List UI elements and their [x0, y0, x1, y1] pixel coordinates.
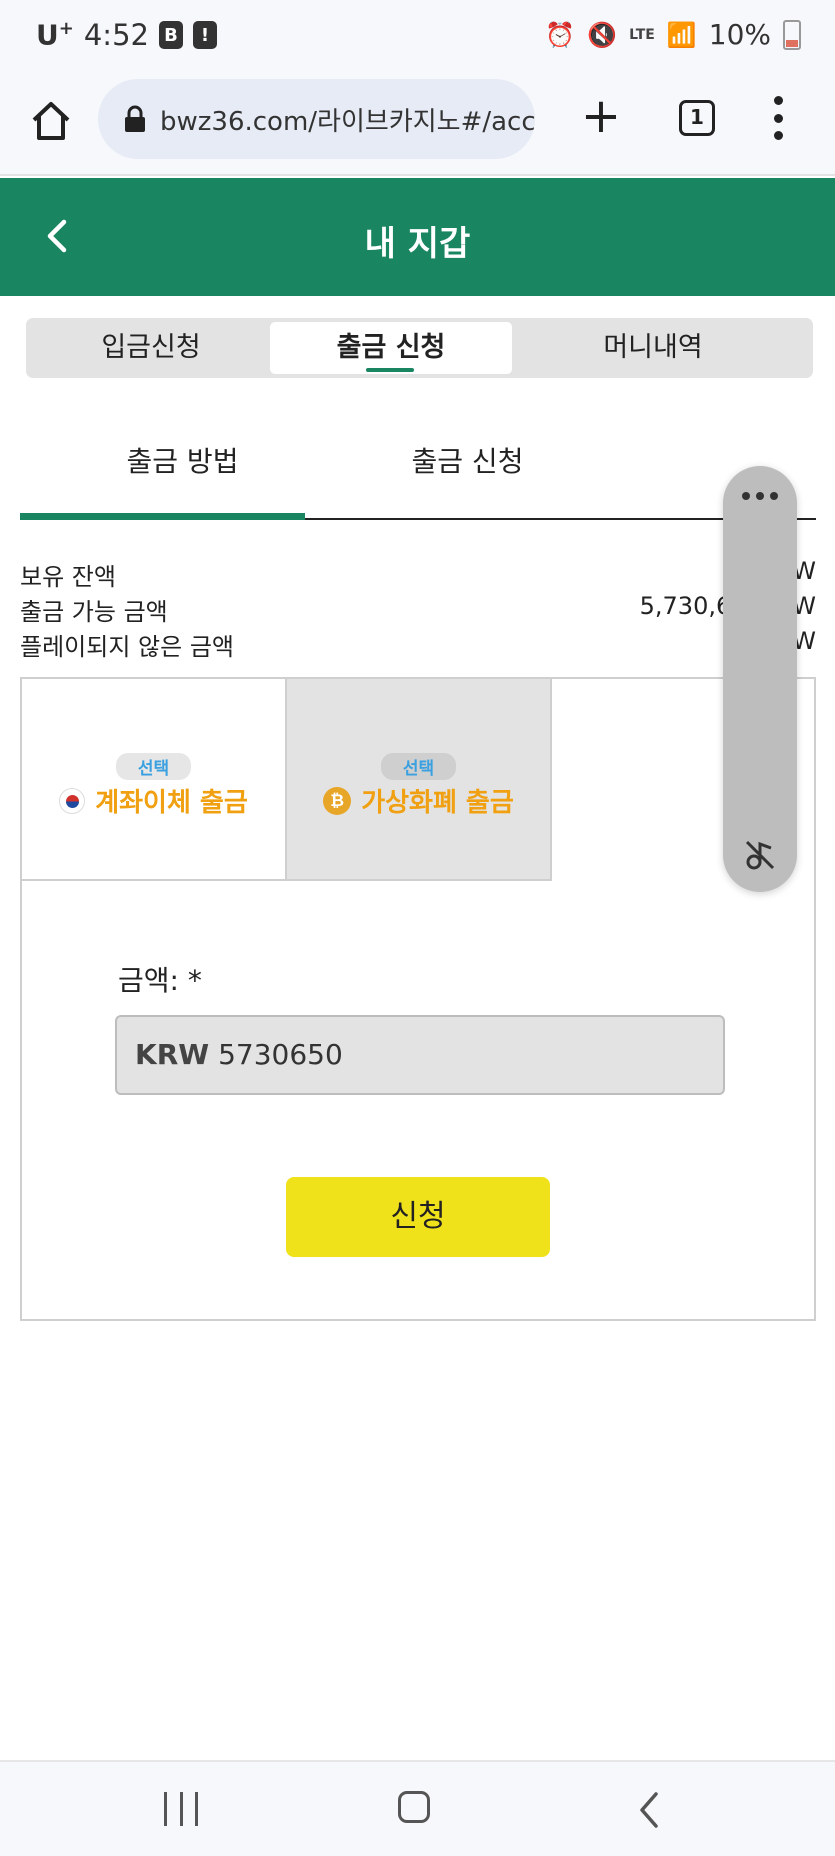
tab-money-history[interactable]: 머니내역 — [532, 322, 774, 374]
audio-off-icon[interactable] — [743, 838, 777, 872]
address-bar[interactable]: bwz36.com/라이브카지노#/acc — [98, 79, 535, 159]
alarm-icon: ⏰ — [545, 20, 576, 49]
balance-row-unplayed: 플레이되지 않은 금액 W — [20, 627, 816, 661]
select-badge: 선택 — [380, 753, 457, 780]
tab-withdraw-label: 출금 신청 — [336, 332, 446, 363]
subtab-request[interactable]: 출금 신청 — [325, 440, 610, 480]
balance-label: 출금 가능 금액 — [20, 598, 168, 626]
withdraw-sub-tabs: 출금 방법 출금 신청 — [20, 420, 816, 520]
balance-row-withdrawable: 출금 가능 금액 5,730,6 W — [20, 592, 816, 626]
new-tab-button[interactable]: + — [580, 92, 622, 140]
clock: 4:52 — [83, 18, 149, 52]
tab-deposit[interactable]: 입금신청 — [30, 322, 272, 374]
status-bar: U+ 4:52 B ! ⏰ 🔇 LTE 📶 10% — [0, 0, 835, 76]
system-nav-bar — [0, 1760, 835, 1856]
signal-icon: 📶 — [666, 20, 697, 49]
balance-label: 플레이되지 않은 금액 — [20, 633, 234, 661]
home-icon[interactable] — [26, 96, 76, 146]
tab-switcher-button[interactable]: 1 — [679, 100, 715, 136]
amount-input[interactable]: KRW 5730650 — [115, 1015, 725, 1095]
amount-label: 금액: * — [118, 964, 202, 997]
select-badge: 선택 — [115, 753, 192, 780]
bitcoin-icon: ₿ — [323, 786, 352, 815]
battery-percent: 10% — [708, 18, 771, 51]
home-nav-icon[interactable] — [398, 1791, 430, 1823]
back-nav-icon[interactable] — [636, 1790, 660, 1830]
page-title: 내 지갑 — [364, 224, 471, 264]
method-label: 계좌이체 출금 — [95, 788, 248, 818]
currency-code: KRW — [135, 1038, 210, 1071]
balance-label: 보유 잔액 — [20, 563, 116, 591]
more-dots-icon[interactable] — [723, 492, 797, 500]
method-label: 가상화폐 출금 — [361, 788, 514, 818]
lte-icon: LTE — [629, 26, 655, 43]
subtab-indicator — [20, 513, 305, 520]
subtab-method[interactable]: 출금 방법 — [40, 440, 325, 480]
app-header: 내 지갑 — [0, 178, 835, 296]
method-crypto[interactable]: 선택 ₿ 가상화폐 출금 — [287, 679, 552, 881]
korea-flag-icon — [59, 787, 86, 814]
balance-row-held: 보유 잔액 W — [20, 557, 816, 591]
tab-withdraw[interactable]: 출금 신청 — [270, 322, 512, 374]
recents-icon[interactable] — [164, 1792, 198, 1826]
method-bank-transfer[interactable]: 선택 계좌이체 출금 — [22, 679, 287, 881]
floating-tool-panel[interactable] — [723, 466, 797, 892]
app-b-icon: B — [158, 21, 183, 49]
amount-value: 5730650 — [218, 1038, 343, 1071]
alert-icon: ! — [192, 21, 217, 49]
submit-button[interactable]: 신청 — [286, 1177, 550, 1257]
more-menu-icon[interactable] — [770, 96, 786, 140]
active-tab-indicator — [366, 368, 414, 372]
browser-toolbar: bwz36.com/라이브카지노#/acc + 1 — [0, 76, 835, 176]
carrier-label: U+ — [36, 18, 74, 52]
wallet-tabs: 입금신청 출금 신청 머니내역 — [26, 318, 813, 378]
battery-icon — [783, 19, 801, 50]
withdraw-method-panel: 선택 계좌이체 출금 선택 ₿ 가상화폐 출금 금액: * KRW 573065… — [20, 677, 816, 1321]
url-text: bwz36.com/라이브카지노#/acc — [160, 106, 535, 137]
mute-icon: 🔇 — [587, 20, 618, 49]
lock-icon — [124, 105, 146, 133]
